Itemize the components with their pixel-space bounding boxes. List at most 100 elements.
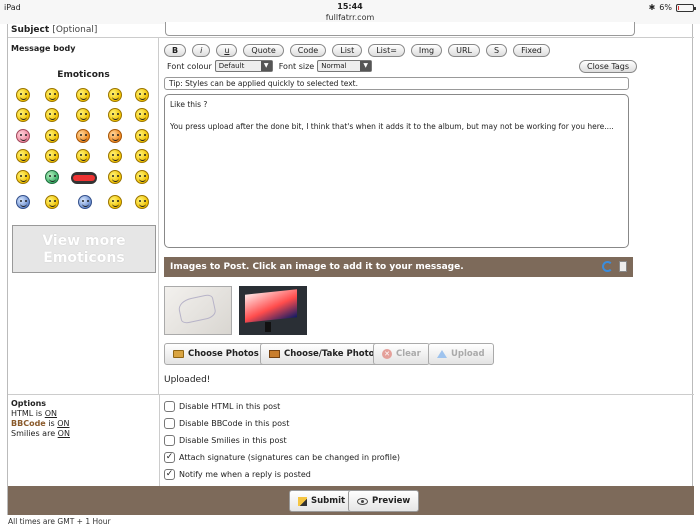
attach-signature-checkbox[interactable]: ✓ Attach signature (signatures can be cha… xyxy=(164,452,400,463)
timezone-note: All times are GMT + 1 Hour xyxy=(8,517,111,525)
view-more-emoticons-button[interactable]: View more Emoticons xyxy=(12,225,156,273)
chevron-down-icon: ▼ xyxy=(360,61,372,71)
disable-html-checkbox[interactable]: Disable HTML in this post xyxy=(164,401,280,412)
bluetooth-icon: ✱ xyxy=(648,3,656,12)
emoticons-title: Emoticons xyxy=(57,70,110,80)
bbcode-status: BBCode is ON xyxy=(11,419,70,428)
emoticon-confused[interactable] xyxy=(16,108,30,122)
emoticon-hysterical[interactable] xyxy=(135,170,149,184)
options-title: Options xyxy=(11,399,47,408)
emoticon-idea[interactable] xyxy=(108,149,122,163)
checkbox[interactable]: ✓ xyxy=(164,469,175,480)
battery-percent: 6% xyxy=(659,3,672,12)
bbcode-link[interactable]: BBCode xyxy=(11,419,46,428)
fixed-button[interactable]: Fixed xyxy=(513,44,550,57)
message-textarea[interactable]: Like this ? You press upload after the d… xyxy=(164,94,629,248)
emoticon-chef[interactable] xyxy=(16,195,30,209)
emoticon-wink[interactable] xyxy=(16,149,30,163)
emoticon-censored[interactable] xyxy=(71,172,97,184)
preview-button[interactable]: Preview xyxy=(348,490,420,512)
tip-box: Tip: Styles can be applied quickly to se… xyxy=(164,77,629,90)
clear-button[interactable]: ✕ Clear xyxy=(373,343,430,365)
status-bar: iPad 15:44 fullfatrr.com ✱ 6% xyxy=(0,0,700,24)
divider xyxy=(8,394,694,395)
close-icon: ✕ xyxy=(382,349,392,359)
emoticon-sad[interactable] xyxy=(76,88,90,102)
smilies-status: Smilies are ON xyxy=(11,429,70,438)
emoticon-alien[interactable] xyxy=(45,170,59,184)
img-button[interactable]: Img xyxy=(410,44,443,57)
disable-bbcode-checkbox[interactable]: Disable BBCode in this post xyxy=(164,418,289,429)
close-tags-button[interactable]: Close Tags xyxy=(579,60,638,73)
emoticon-ghost[interactable] xyxy=(78,195,92,209)
options-summary: Options HTML is ON BBCode is ON Smilies … xyxy=(11,399,70,439)
font-size-select[interactable]: Normal ▼ xyxy=(317,60,373,72)
image-thumbnail[interactable] xyxy=(164,286,232,335)
image-thumbnail[interactable] xyxy=(239,286,307,335)
emoticon-arrow[interactable] xyxy=(135,149,149,163)
camera-icon xyxy=(269,350,280,358)
document-icon[interactable] xyxy=(619,261,627,272)
emoticon-wave[interactable] xyxy=(108,170,122,184)
folder-icon xyxy=(173,350,184,358)
message-body-label: Message body xyxy=(11,44,76,53)
message-line: You press upload after the done bit, I t… xyxy=(170,122,614,131)
font-colour-label: Font colour xyxy=(167,61,212,71)
upload-button[interactable]: Upload xyxy=(428,343,494,365)
emoticon-exclaim[interactable] xyxy=(45,149,59,163)
emoticon-cool[interactable] xyxy=(45,108,59,122)
emoticon-surprised[interactable] xyxy=(108,88,122,102)
clock: 15:44 xyxy=(337,2,363,11)
notify-reply-checkbox[interactable]: ✓ Notify me when a reply is posted xyxy=(164,469,311,480)
list-button[interactable]: List xyxy=(332,44,363,57)
subject-label: Subject [Optional] xyxy=(11,25,98,35)
bbcode-toolbar: B i u Quote Code List List= Img URL S Fi… xyxy=(164,44,550,57)
emoticon-shocked[interactable] xyxy=(135,88,149,102)
message-line: Like this ? xyxy=(170,100,208,109)
emoticon-razz[interactable] xyxy=(135,108,149,122)
html-status: HTML is ON xyxy=(11,409,58,418)
refresh-icon[interactable] xyxy=(602,261,613,272)
checkbox[interactable] xyxy=(164,418,175,429)
emoticon-rolleyes[interactable] xyxy=(135,129,149,143)
pencil-icon xyxy=(298,496,307,506)
left-column: Message body Emoticons View more Emotico… xyxy=(8,38,159,394)
upload-status: Uploaded! xyxy=(164,375,211,385)
code-button[interactable]: Code xyxy=(289,44,327,57)
subject-input[interactable] xyxy=(165,22,635,36)
choose-photos-button[interactable]: Choose Photos xyxy=(164,343,268,365)
choose-take-photo-button[interactable]: Choose/Take Photo xyxy=(260,343,384,365)
strike-button[interactable]: S xyxy=(486,44,508,57)
ordered-list-button[interactable]: List= xyxy=(368,44,405,57)
font-size-label: Font size xyxy=(278,61,315,71)
emoticon-cry[interactable] xyxy=(45,129,59,143)
checkbox[interactable]: ✓ xyxy=(164,452,175,463)
emoticon-mad[interactable] xyxy=(108,108,122,122)
address-url[interactable]: fullfatrr.com xyxy=(0,13,700,22)
font-colour-select[interactable]: Default ▼ xyxy=(214,60,273,72)
italic-button[interactable]: i xyxy=(192,44,211,57)
disable-smilies-checkbox[interactable]: Disable Smilies in this post xyxy=(164,435,287,446)
emoticon-embarrassed[interactable] xyxy=(16,129,30,143)
submit-button[interactable]: Submit xyxy=(289,490,355,512)
quote-button[interactable]: Quote xyxy=(243,44,284,57)
emoticon-laugh[interactable] xyxy=(76,108,90,122)
upload-icon xyxy=(437,350,447,358)
emoticon-neutral[interactable] xyxy=(16,170,30,184)
emoticon-question[interactable] xyxy=(76,149,90,163)
checkbox[interactable] xyxy=(164,401,175,412)
bold-button[interactable]: B xyxy=(164,44,187,57)
emoticon-twisted[interactable] xyxy=(108,129,122,143)
url-button[interactable]: URL xyxy=(448,44,481,57)
checkbox[interactable] xyxy=(164,435,175,446)
font-options: Font colour Default ▼ Font size Normal ▼ xyxy=(167,60,378,72)
emoticon-dance[interactable] xyxy=(45,195,59,209)
emoticon-smile[interactable] xyxy=(16,88,30,102)
emoticon-evil[interactable] xyxy=(76,129,90,143)
emoticon-thumbs-up[interactable] xyxy=(135,195,149,209)
emoticon-grin[interactable] xyxy=(45,88,59,102)
emoticon-music[interactable] xyxy=(108,195,122,209)
eye-icon xyxy=(357,497,368,505)
underline-button[interactable]: u xyxy=(216,44,238,57)
subject-row: Subject [Optional] xyxy=(8,22,694,38)
